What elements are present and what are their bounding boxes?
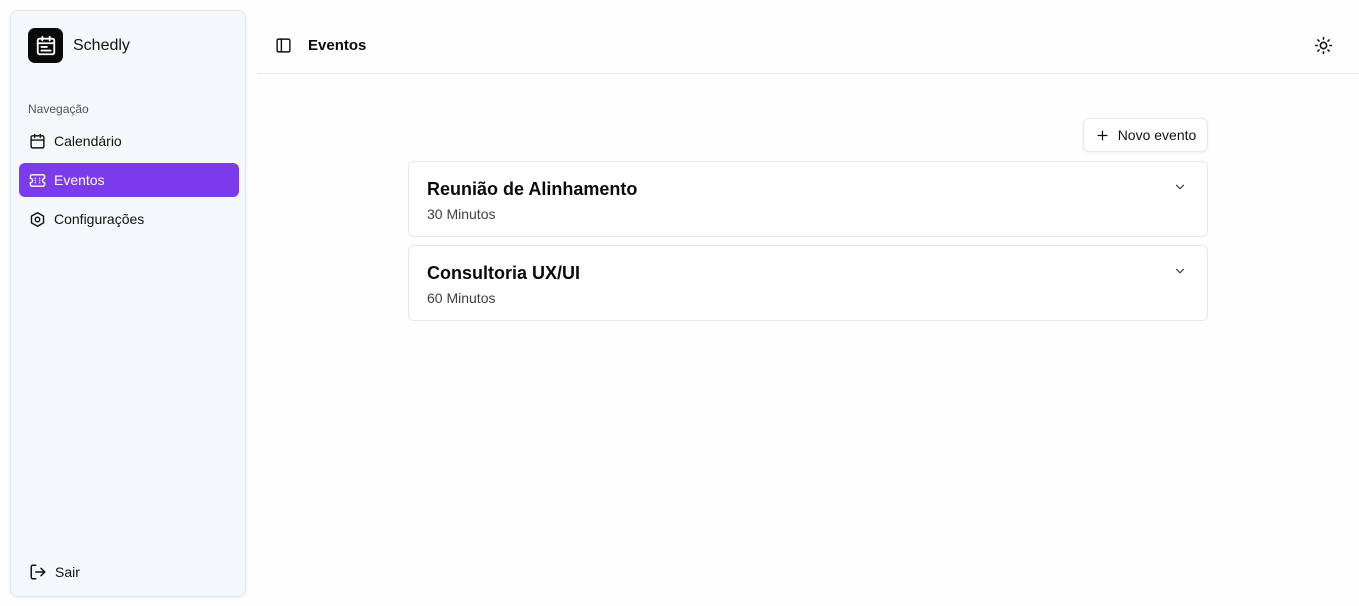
sidebar-item-label: Calendário (54, 133, 122, 149)
new-event-button[interactable]: Novo evento (1083, 118, 1208, 152)
event-title: Reunião de Alinhamento (427, 179, 638, 199)
brand-name: Schedly (73, 36, 130, 54)
new-event-label: Novo evento (1117, 127, 1197, 143)
event-title: Consultoria UX/UI (427, 263, 581, 283)
event-duration: 60 Minutos (427, 290, 496, 306)
sidebar-item-calendario[interactable]: Calendário (19, 124, 239, 158)
sidebar-toggle-button[interactable] (275, 37, 293, 55)
chevron-down-icon[interactable] (1173, 264, 1187, 278)
brand[interactable]: Schedly (28, 28, 130, 63)
logout-icon (30, 564, 46, 580)
sidebar-toggle-icon (276, 38, 291, 53)
sidebar-item-eventos[interactable]: Eventos (19, 163, 239, 197)
calendar-icon (30, 133, 45, 149)
sidebar: Schedly Navegação Calendário Eventos Con… (10, 10, 246, 597)
calendar-logo-icon (28, 28, 63, 63)
nav-section-label: Navegação (28, 102, 89, 116)
sidebar-item-label: Eventos (54, 172, 105, 188)
ticket-icon (29, 173, 46, 187)
theme-toggle-button[interactable] (1314, 36, 1334, 56)
settings-icon (30, 211, 45, 227)
sidebar-item-configuracoes[interactable]: Configurações (19, 202, 239, 236)
app-root: Schedly Navegação Calendário Eventos Con… (0, 0, 1359, 606)
chevron-down-icon[interactable] (1173, 180, 1187, 194)
event-duration: 30 Minutos (427, 206, 496, 222)
plus-icon (1097, 130, 1108, 140)
page-header: Eventos (257, 17, 1359, 74)
event-card[interactable]: Consultoria UX/UI 60 Minutos (408, 245, 1208, 321)
sun-icon (1314, 36, 1333, 55)
logout-button[interactable]: Sair (29, 560, 80, 584)
logout-label: Sair (55, 564, 80, 580)
event-card[interactable]: Reunião de Alinhamento 30 Minutos (408, 161, 1208, 237)
page-title: Eventos (308, 37, 367, 54)
sidebar-nav: Calendário Eventos Configurações (19, 124, 239, 241)
sidebar-item-label: Configurações (54, 211, 145, 227)
